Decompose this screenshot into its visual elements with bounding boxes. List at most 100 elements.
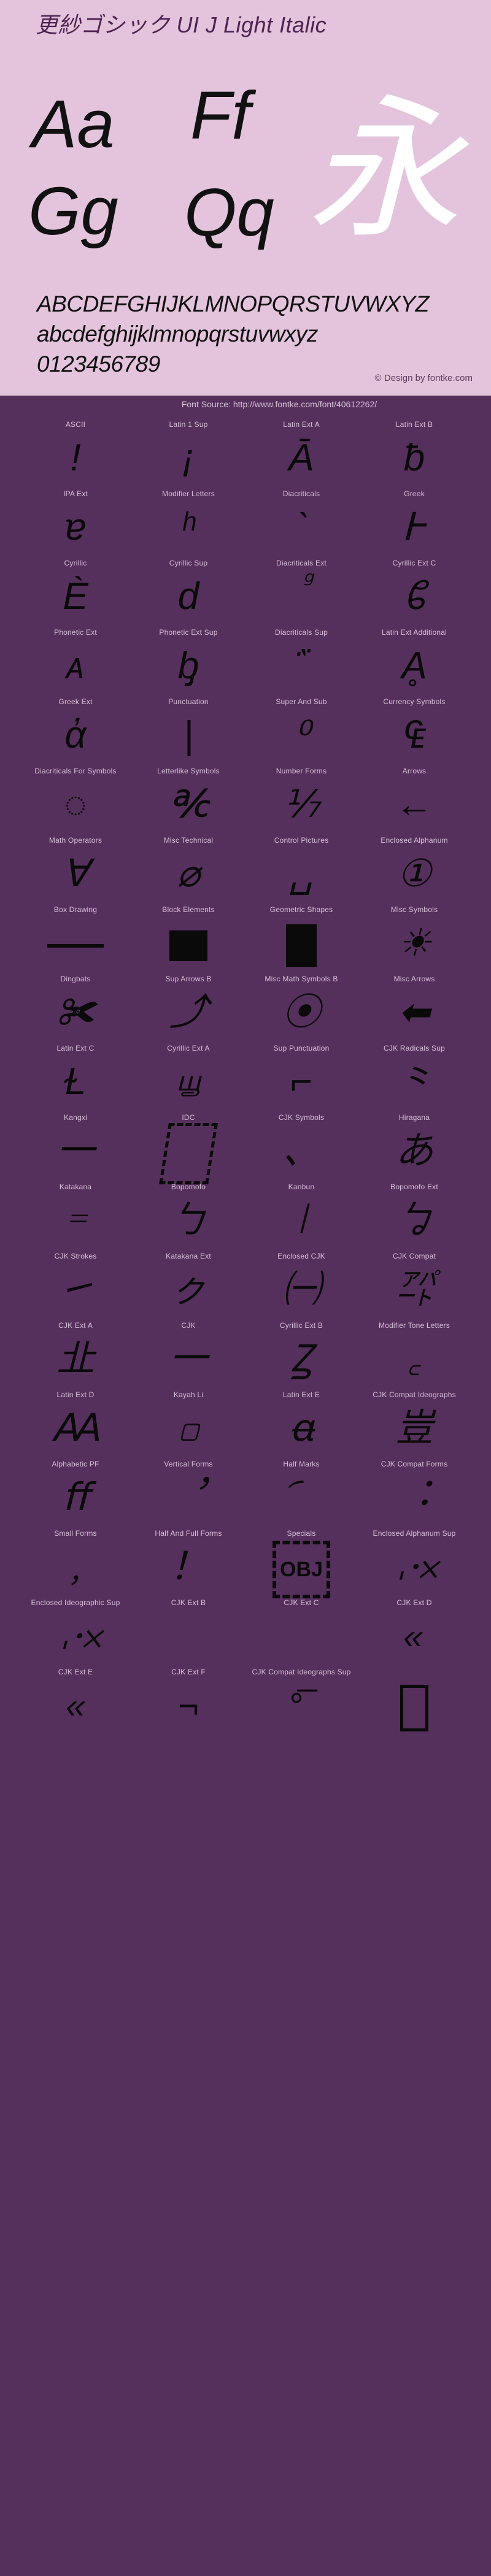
unicode-block-cell[interactable]: Half Marks︠ xyxy=(240,1460,363,1529)
unicode-block-cell[interactable]: CJK Ext F 𬺰¬ xyxy=(127,1668,250,1737)
unicode-block-cell[interactable]: Modifier Tone Letters ꜀ xyxy=(353,1321,476,1390)
unicode-block-cell[interactable]: CJK Compat Ideographs Sup °𬺰¯ xyxy=(240,1668,363,1737)
box-filled-shape xyxy=(169,930,207,961)
unicode-block-cell[interactable]: ASCII! xyxy=(14,420,137,489)
unicode-block-cell[interactable]: Currency Symbols ₠ xyxy=(353,697,476,767)
unicode-block-cell[interactable]: CJK Compat ㌀ xyxy=(353,1252,476,1321)
unicode-block-cell[interactable]: CJK Compat Ideographs 豈 xyxy=(353,1390,476,1460)
unicode-block-cell[interactable]: Cyrillic Ext BꙀ xyxy=(240,1321,363,1390)
sample-pair-aa: Aa xyxy=(32,91,115,158)
unicode-block-cell[interactable]: Katakana ゠ xyxy=(14,1183,137,1252)
unicode-block-cell[interactable]: Cyrillic Ext Aꚗ xyxy=(127,1044,250,1113)
unicode-block-glyph: ᷀ xyxy=(240,635,363,697)
unicode-block-cell[interactable]: Specials OBJ xyxy=(240,1529,363,1598)
unicode-block-cell[interactable]: Greek Ext ἀ xyxy=(14,697,137,767)
unicode-block-cell[interactable]: Diacriticals For Symbols ◌ xyxy=(14,767,137,836)
unicode-block-cell[interactable]: Small Forms ﹐ xyxy=(14,1529,137,1598)
unicode-block-cell[interactable]: Arrows ← xyxy=(353,767,476,836)
unicode-block-row: CJK Ext A 㐀 CJK 一 Cyrillic Ext B Ꙁ Modifier To… xyxy=(0,1321,491,1390)
sample-pair-gg: Gg xyxy=(28,178,118,245)
unicode-block-glyph: ㇀ xyxy=(14,1259,137,1321)
glyph-run: 𫝀𫝁« xyxy=(408,1606,420,1668)
unicode-block-cell[interactable]: Sup Punctuation ⌐ xyxy=(240,1044,363,1113)
unicode-block-cell[interactable]: Box Drawing xyxy=(14,905,137,975)
unicode-block-cell[interactable]: Punctuation | xyxy=(127,697,250,767)
page-title: 更紗ゴシック UI J Light Italic xyxy=(36,7,327,39)
unicode-block-cell[interactable]: Bopomofo ㄅ xyxy=(127,1183,250,1252)
unicode-block-cell[interactable]: Diacriticals Sup᷀ xyxy=(240,628,363,697)
unicode-block-cell[interactable]: Dingbats ✀ xyxy=(14,975,137,1044)
unicode-block-cell[interactable]: Latin 1 Sup ¡ xyxy=(127,420,250,489)
glyph-run: °𬺰¯ xyxy=(288,1676,314,1737)
glyph-run: 𐄀𐄁𐄂𐄃𐄄 xyxy=(58,1606,93,1668)
unicode-block-cell[interactable]: Latin Ext AĀ xyxy=(240,420,363,489)
unicode-block-cell[interactable]: CJK Ext E 𫠠« xyxy=(14,1668,137,1737)
unicode-block-cell[interactable]: Misc Math Symbols B ⦿ xyxy=(240,975,363,1044)
unicode-block-glyph: Ɫ xyxy=(14,1051,137,1113)
unicode-block-cell[interactable]: Math Operators ∀ xyxy=(14,836,137,905)
unicode-block-cell[interactable]: Phonetic Ext ᴀ xyxy=(14,628,137,697)
unicode-block-cell[interactable]: CJK Radicals Sup ⺀ xyxy=(353,1044,476,1113)
unicode-block-cell[interactable]: Latin Ext Additional Ḁ xyxy=(353,628,476,697)
unicode-block-cell[interactable]: Modifier Letters ʰ xyxy=(127,489,250,559)
unicode-block-cell[interactable]: Enclosed CJK ㈠ xyxy=(240,1252,363,1321)
unicode-block-cell[interactable]: Latin Ext Bƀ xyxy=(353,420,476,489)
unicode-block-glyph: Ā xyxy=(240,427,363,489)
unicode-block-cell[interactable]: Phonetic Ext Sup ᶀ xyxy=(127,628,250,697)
unicode-block-cell[interactable]: Diacriticals ˋ xyxy=(240,489,363,559)
unicode-block-cell[interactable]: Number Forms ⅐ xyxy=(240,767,363,836)
unicode-block-cell[interactable]: CJK Symbols、 xyxy=(240,1113,363,1183)
unicode-block-row: Dingbats ✀ Sup Arrows B ⤴ Misc Math Symbols … xyxy=(0,975,491,1044)
unicode-block-cell[interactable]: Cyrillic Sup ԁ xyxy=(127,559,250,628)
unicode-block-cell[interactable]: Super And Sub ⁰ xyxy=(240,697,363,767)
unicode-block-cell[interactable]: Enclosed Alphanum ① xyxy=(353,836,476,905)
unicode-block-cell[interactable]: Diacriticals Extᷚ xyxy=(240,559,363,628)
unicode-block-cell[interactable]: Misc Technical ⌀ xyxy=(127,836,250,905)
unicode-block-cell[interactable]: Letterlike Symbols ℀ xyxy=(127,767,250,836)
unicode-block-glyph: ✀ xyxy=(14,982,137,1043)
unicode-block-cell[interactable]: IPA Ext ɐ xyxy=(14,489,137,559)
unicode-block-cell[interactable]: Bopomofo Ext ㆠ xyxy=(353,1183,476,1252)
unicode-block-cell[interactable]: CJK Compat Forms ︓ xyxy=(353,1460,476,1529)
unicode-block-cell[interactable]: CJK Ext B 𠀀𠀁𠀂 xyxy=(127,1598,250,1668)
unicode-block-cell[interactable]: CJK Ext A㐀 xyxy=(14,1321,137,1390)
unicode-block-cell[interactable]: Block Elements xyxy=(127,905,250,975)
unicode-block-cell[interactable]: Hiragana あ xyxy=(353,1113,476,1183)
unicode-block-glyph: ⌐ xyxy=(240,1051,363,1113)
unicode-block-cell[interactable]: Sup Arrows B ⤴ xyxy=(127,975,250,1044)
unicode-block-cell[interactable]: Kangxi 一 xyxy=(14,1113,137,1183)
unicode-block-cell[interactable]: IDC xyxy=(127,1113,250,1183)
unicode-block-cell[interactable]: Katakana Ext ㇰ xyxy=(127,1252,250,1321)
unicode-block-cell[interactable]: CJK 一 xyxy=(127,1321,250,1390)
unicode-block-cell[interactable]: Latin Ext Eꬰ xyxy=(240,1390,363,1460)
unicode-block-cell[interactable]: Vertical Forms ︐ xyxy=(127,1460,250,1529)
unicode-block-cell[interactable]: Enclosed Alphanum Sup 𐄀𐄁𐄂 xyxy=(353,1529,476,1598)
unicode-block-glyph: ˋ xyxy=(240,497,363,558)
unicode-block-cell[interactable]: Greek Ͱ xyxy=(353,489,476,559)
unicode-block-cell[interactable]: Kanbun ㆐ xyxy=(240,1183,363,1252)
unicode-block-cell[interactable] xyxy=(353,1668,476,1737)
unicode-block-cell[interactable]: Cyrillic Ѐ xyxy=(14,559,137,628)
unicode-block-cell[interactable]: Control Pictures ␣ xyxy=(240,836,363,905)
unicode-block-cell[interactable]: Latin Ext DꜲ xyxy=(14,1390,137,1460)
unicode-block-cell[interactable]: Geometric Shapes xyxy=(240,905,363,975)
unicode-block-row: Latin Ext D Ꜳ Kayah Li ꤀ Latin Ext Eꬰ CJK Com… xyxy=(0,1390,491,1460)
unicode-block-glyph: 㐀 xyxy=(14,1328,137,1390)
dashbox-shape xyxy=(159,1123,218,1184)
unicode-block-cell[interactable]: Misc Symbols ☀ xyxy=(353,905,476,975)
unicode-block-cell[interactable]: Alphabetic PF ﬀ xyxy=(14,1460,137,1529)
unicode-block-cell[interactable]: CJK Ext D 𫝀𫝁« xyxy=(353,1598,476,1668)
font-source-link[interactable]: Font Source: http://www.fontke.com/font/… xyxy=(0,399,491,409)
unicode-block-cell[interactable]: Misc Arrows ⬅ xyxy=(353,975,476,1044)
unicode-block-glyph: ﹐ xyxy=(14,1536,137,1598)
unicode-block-glyph: ᶀ xyxy=(127,635,250,697)
unicode-block-cell[interactable]: Kayah Li ꤀ xyxy=(127,1390,250,1460)
unicode-block-cell[interactable]: Latin Ext CⱢ xyxy=(14,1044,137,1113)
unicode-block-cell[interactable]: Enclosed Ideographic Sup 𐄀𐄁𐄂𐄃𐄄 xyxy=(14,1598,137,1668)
unicode-block-glyph: ␣ xyxy=(240,843,363,905)
unicode-block-glyph xyxy=(127,1121,250,1182)
unicode-block-cell[interactable]: CJK Ext C 𪜀𪜁𪜂 xyxy=(240,1598,363,1668)
unicode-block-cell[interactable]: Half And Full Forms！ xyxy=(127,1529,250,1598)
unicode-block-cell[interactable]: CJK Strokes ㇀ xyxy=(14,1252,137,1321)
unicode-block-cell[interactable]: Cyrillic Ext Cᲀ xyxy=(353,559,476,628)
